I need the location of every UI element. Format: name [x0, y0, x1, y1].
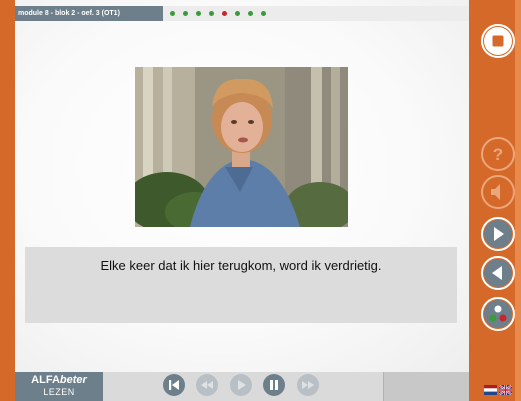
play-icon: [238, 380, 246, 390]
next-button[interactable]: [481, 217, 515, 251]
rewind-button[interactable]: [196, 374, 218, 396]
right-frame-edge: [515, 0, 521, 401]
audio-button[interactable]: [481, 175, 515, 209]
progress-dot: [261, 11, 266, 16]
help-button[interactable]: ?: [481, 137, 515, 171]
rewind-icon: [201, 381, 213, 389]
progress-dots: [170, 6, 266, 21]
previous-button[interactable]: [481, 256, 515, 290]
progress-dot: [209, 11, 214, 16]
progress-dot: [170, 11, 175, 16]
video-frame: [135, 67, 348, 227]
dots-icon: [484, 300, 512, 328]
flag-dutch-icon[interactable]: [484, 385, 497, 395]
brand-logo: ALFAbeter LEZEN: [15, 372, 103, 401]
question-icon: ?: [493, 145, 503, 164]
svg-text:?: ?: [493, 145, 503, 164]
play-button[interactable]: [230, 374, 252, 396]
flag-english-icon[interactable]: [499, 385, 512, 395]
rewind-start-button[interactable]: [163, 374, 185, 396]
stop-icon: [484, 27, 512, 55]
arrow-right-icon: [484, 220, 512, 248]
language-switcher: [484, 385, 512, 395]
feedback-button[interactable]: [481, 297, 515, 331]
progress-dot: [235, 11, 240, 16]
fast-forward-button[interactable]: [297, 374, 319, 396]
video-still-image: [135, 67, 348, 227]
pause-button[interactable]: [263, 374, 285, 396]
stop-button[interactable]: [481, 24, 515, 58]
pause-icon: [270, 380, 278, 390]
arrow-left-icon: [484, 259, 512, 287]
brand-name: ALFAbeter: [31, 374, 87, 386]
progress-dot-current: [222, 11, 227, 16]
bottom-bar-right: [383, 372, 469, 401]
progress-dot: [196, 11, 201, 16]
skip-back-icon: [169, 380, 179, 390]
progress-dot: [183, 11, 188, 16]
sentence-panel: Elke keer dat ik hier terugkom, word ik …: [25, 247, 457, 323]
sentence-text: Elke keer dat ik hier terugkom, word ik …: [100, 258, 382, 273]
module-label: module 8 - blok 2 - oef. 3 (OT1): [15, 6, 163, 21]
speaker-icon: [491, 184, 500, 200]
progress-dot: [248, 11, 253, 16]
brand-subtitle: LEZEN: [43, 387, 75, 397]
left-frame: [0, 0, 15, 401]
fast-forward-icon: [302, 381, 314, 389]
